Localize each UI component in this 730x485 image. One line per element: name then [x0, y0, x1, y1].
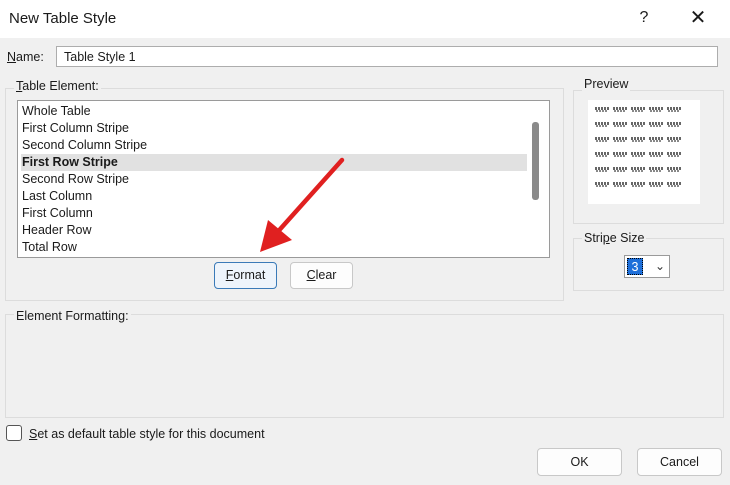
preview-cell [613, 152, 627, 158]
preview-pane [588, 100, 700, 204]
name-input[interactable]: Table Style 1 [56, 46, 718, 67]
preview-cell [595, 167, 609, 173]
ok-button[interactable]: OK [537, 448, 622, 476]
arrow-shaft [271, 157, 345, 239]
name-label: Name: [7, 50, 44, 64]
preview-cell [631, 182, 645, 188]
preview-cell [649, 182, 663, 188]
preview-cell [613, 107, 627, 113]
list-item[interactable]: Whole Table [21, 103, 527, 120]
preview-cell [613, 167, 627, 173]
list-item[interactable]: First Column Stripe [21, 120, 527, 137]
preview-cell [631, 122, 645, 128]
default-style-checkbox[interactable] [6, 425, 22, 441]
preview-cell [613, 137, 627, 143]
preview-cell [649, 137, 663, 143]
preview-cell [667, 122, 681, 128]
element-formatting-label: Element Formatting: [14, 309, 131, 323]
clear-button[interactable]: Clear [290, 262, 353, 289]
cancel-button[interactable]: Cancel [637, 448, 722, 476]
preview-cell [631, 152, 645, 158]
preview-cell [667, 167, 681, 173]
preview-cell [595, 137, 609, 143]
preview-cell [649, 107, 663, 113]
preview-label: Preview [582, 77, 631, 91]
preview-cell [649, 122, 663, 128]
arrow-head [260, 220, 292, 252]
window-title: New Table Style [9, 10, 117, 27]
element-formatting-group [5, 314, 724, 418]
table-element-label: Table Element: [14, 79, 101, 93]
preview-cell [613, 122, 627, 128]
preview-cell [631, 137, 645, 143]
default-style-label: Set as default table style for this docu… [29, 427, 265, 441]
preview-cell [595, 152, 609, 158]
preview-cell [649, 167, 663, 173]
stripe-size-select[interactable]: 3 ⌄ [624, 255, 670, 278]
preview-cell [631, 107, 645, 113]
preview-cell [595, 107, 609, 113]
preview-cell [667, 182, 681, 188]
preview-cell [667, 137, 681, 143]
stripe-size-label: Stripe Size [582, 231, 647, 245]
help-button[interactable]: ? [634, 6, 654, 30]
annotation-arrow-icon [260, 157, 345, 252]
preview-cell [613, 182, 627, 188]
preview-cell [667, 152, 681, 158]
preview-cell [667, 107, 681, 113]
close-button[interactable]: ✕ [680, 4, 716, 32]
preview-cell [649, 152, 663, 158]
stripe-size-value: 3 [627, 258, 643, 275]
preview-cell [595, 182, 609, 188]
list-scrollbar[interactable] [532, 122, 539, 200]
preview-cell [631, 167, 645, 173]
format-button[interactable]: Format [214, 262, 277, 289]
chevron-down-icon[interactable]: ⌄ [655, 259, 665, 273]
preview-cell [595, 122, 609, 128]
